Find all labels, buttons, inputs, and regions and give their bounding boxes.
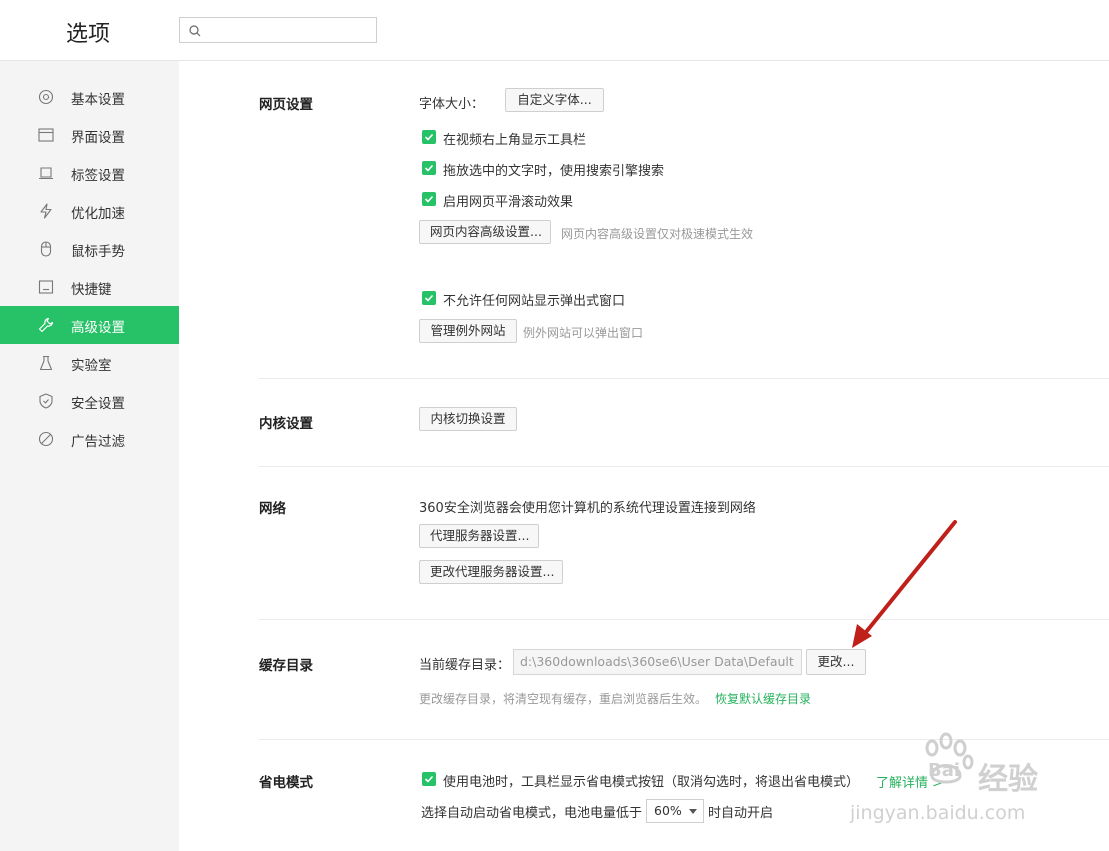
smooth-scroll-checkbox[interactable] bbox=[422, 192, 436, 206]
keyboard-icon bbox=[38, 280, 54, 294]
sidebar-item-shortcuts[interactable]: 快捷键 bbox=[0, 268, 179, 306]
sidebar-item-label: 实验室 bbox=[71, 358, 112, 374]
check-icon bbox=[424, 775, 434, 783]
sidebar-item-label: 标签设置 bbox=[71, 168, 125, 184]
sidebar-item-label: 高级设置 bbox=[71, 320, 125, 336]
watermark: Bai 经验 jingyan.baidu.com bbox=[850, 732, 1050, 832]
sidebar-item-label: 鼠标手势 bbox=[71, 244, 125, 260]
section-divider bbox=[259, 466, 1109, 467]
toolbar-option-label: 在视频右上角显示工具栏 bbox=[443, 133, 587, 148]
section-title-cache: 缓存目录 bbox=[259, 658, 313, 674]
watermark-url: jingyan.baidu.com bbox=[850, 802, 1026, 824]
sidebar-item-mouse-gesture[interactable]: 鼠标手势 bbox=[0, 230, 179, 268]
sidebar-item-advanced[interactable]: 高级设置 bbox=[0, 306, 179, 344]
font-size-label: 字体大小： bbox=[419, 97, 485, 112]
wrench-icon bbox=[38, 317, 54, 333]
battery-option-label: 使用电池时，工具栏显示省电模式按钮（取消勾选时，将退出省电模式） bbox=[443, 775, 860, 790]
change-proxy-button[interactable]: 更改代理服务器设置... bbox=[419, 560, 563, 584]
gear-icon bbox=[38, 89, 54, 105]
cache-hint: 更改缓存目录，将清空现有缓存，重启浏览器后生效。 bbox=[419, 692, 708, 706]
kernel-switch-button[interactable]: 内核切换设置 bbox=[419, 407, 517, 431]
auto-power-label: 选择自动启动省电模式，电池电量低于 bbox=[421, 806, 643, 821]
sidebar-item-label: 优化加速 bbox=[71, 206, 125, 222]
cache-current-label: 当前缓存目录： bbox=[419, 658, 511, 673]
block-icon bbox=[38, 431, 54, 447]
page-title: 选项 bbox=[66, 22, 111, 47]
battery-threshold-value: 60% bbox=[654, 803, 682, 818]
smooth-scroll-option-label: 启用网页平滑滚动效果 bbox=[443, 195, 574, 210]
tab-icon bbox=[39, 167, 53, 180]
chevron-down-icon bbox=[689, 809, 697, 814]
cache-path-field[interactable]: d:\360downloads\360se6\User Data\Default bbox=[513, 649, 802, 675]
restore-cache-link[interactable]: 恢复默认缓存目录 bbox=[715, 690, 811, 707]
section-divider bbox=[259, 378, 1109, 379]
sidebar: 基本设置 界面设置 标签设置 优化加速 鼠标手势 快捷键 高级设置 实验室 安全… bbox=[0, 61, 179, 851]
sidebar-item-tabs[interactable]: 标签设置 bbox=[0, 154, 179, 192]
sidebar-item-ad-filter[interactable]: 广告过滤 bbox=[0, 420, 179, 458]
sidebar-item-label: 安全设置 bbox=[71, 396, 125, 412]
block-popups-option-label: 不允许任何网站显示弹出式窗口 bbox=[443, 294, 626, 309]
sidebar-item-interface[interactable]: 界面设置 bbox=[0, 116, 179, 154]
search-input[interactable] bbox=[179, 17, 377, 43]
advanced-content-button[interactable]: 网页内容高级设置... bbox=[419, 220, 551, 244]
auto-power-suffix: 时自动开启 bbox=[708, 806, 774, 821]
proxy-settings-button[interactable]: 代理服务器设置... bbox=[419, 524, 539, 548]
drag-search-checkbox[interactable] bbox=[422, 161, 436, 175]
section-title-webpage: 网页设置 bbox=[259, 97, 313, 113]
check-icon bbox=[424, 195, 434, 203]
sidebar-item-basic[interactable]: 基本设置 bbox=[0, 78, 179, 116]
sidebar-item-label: 广告过滤 bbox=[71, 434, 125, 450]
network-description: 360安全浏览器会使用您计算机的系统代理设置连接到网络 bbox=[419, 501, 756, 516]
toolbar-checkbox[interactable] bbox=[422, 130, 436, 144]
title-bar: 选项 bbox=[0, 0, 1109, 61]
change-cache-button[interactable]: 更改... bbox=[806, 649, 866, 675]
sidebar-item-optimize[interactable]: 优化加速 bbox=[0, 192, 179, 230]
section-title-kernel: 内核设置 bbox=[259, 416, 313, 432]
sidebar-item-label: 基本设置 bbox=[71, 92, 125, 108]
sidebar-item-security[interactable]: 安全设置 bbox=[0, 382, 179, 420]
window-icon bbox=[38, 128, 54, 142]
check-icon bbox=[424, 294, 434, 302]
mouse-icon bbox=[40, 241, 52, 257]
watermark-text: 经验 bbox=[978, 762, 1038, 797]
watermark-brand: Bai bbox=[928, 760, 961, 781]
drag-search-option-label: 拖放选中的文字时，使用搜索引擎搜索 bbox=[443, 164, 665, 179]
sidebar-item-lab[interactable]: 实验室 bbox=[0, 344, 179, 382]
check-icon bbox=[424, 133, 434, 141]
manage-exceptions-button[interactable]: 管理例外网站 bbox=[419, 319, 517, 343]
flask-icon bbox=[39, 355, 53, 371]
manage-exceptions-hint: 例外网站可以弹出窗口 bbox=[523, 326, 644, 340]
lightning-icon bbox=[40, 203, 52, 219]
section-divider bbox=[259, 619, 1109, 620]
shield-icon bbox=[39, 393, 53, 409]
section-title-power: 省电模式 bbox=[259, 775, 313, 791]
battery-checkbox[interactable] bbox=[422, 772, 436, 786]
advanced-content-hint: 网页内容高级设置仅对极速模式生效 bbox=[561, 227, 754, 241]
battery-threshold-select[interactable]: 60% bbox=[646, 799, 704, 823]
check-icon bbox=[424, 164, 434, 172]
search-icon bbox=[189, 25, 201, 37]
section-title-network: 网络 bbox=[259, 501, 286, 517]
sidebar-item-label: 界面设置 bbox=[71, 130, 125, 146]
block-popups-checkbox[interactable] bbox=[422, 291, 436, 305]
custom-font-button[interactable]: 自定义字体... bbox=[505, 88, 604, 112]
sidebar-item-label: 快捷键 bbox=[71, 282, 112, 298]
